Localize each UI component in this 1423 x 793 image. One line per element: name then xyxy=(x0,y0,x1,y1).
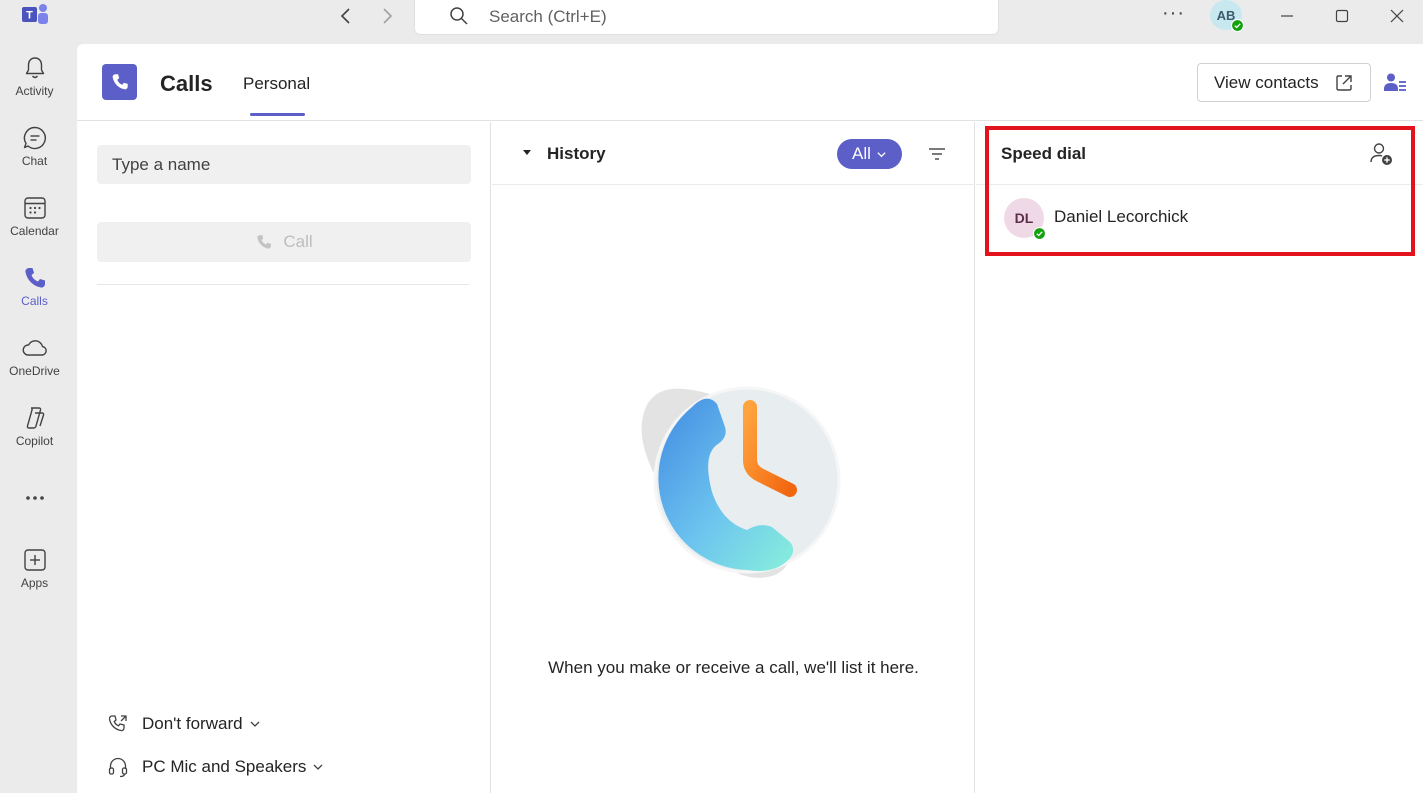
rail-item-activity[interactable]: Activity xyxy=(0,54,69,116)
call-button[interactable]: Call xyxy=(97,222,471,262)
close-button[interactable] xyxy=(1385,4,1409,28)
rail-item-apps[interactable]: Apps xyxy=(0,546,69,608)
chevron-down-icon xyxy=(250,721,260,727)
calendar-icon xyxy=(23,197,46,219)
main-content: Calls Personal View contacts Call Don't … xyxy=(77,44,1423,793)
search-box[interactable]: Search (Ctrl+E) xyxy=(414,0,999,35)
close-icon xyxy=(1390,9,1404,23)
rail-item-chat[interactable]: Chat xyxy=(0,124,69,186)
presence-available-icon xyxy=(1033,227,1046,240)
phone-icon xyxy=(112,74,128,90)
search-icon xyxy=(450,7,468,25)
speed-dial-title: Speed dial xyxy=(1001,144,1087,163)
rail-item-onedrive[interactable]: OneDrive xyxy=(0,334,69,396)
rail-label: Apps xyxy=(20,576,49,590)
filter-label: All xyxy=(852,144,871,163)
more-options-button[interactable]: ··· xyxy=(1162,2,1185,25)
rail-item-copilot[interactable]: Copilot xyxy=(0,404,69,466)
history-filter-dropdown[interactable]: All xyxy=(837,139,902,169)
page-title: Calls xyxy=(160,71,213,96)
collapse-caret-icon[interactable] xyxy=(521,147,533,159)
phone-icon xyxy=(257,235,272,249)
page-header: Calls Personal View contacts xyxy=(77,44,1423,121)
device-label: PC Mic and Speakers xyxy=(142,757,307,776)
rail-item-more[interactable] xyxy=(0,484,69,514)
active-tab-indicator xyxy=(250,113,305,116)
chevron-down-icon xyxy=(313,764,323,770)
teams-logo-icon: T xyxy=(22,4,48,24)
name-input[interactable] xyxy=(97,145,471,184)
contact-name: Daniel Lecorchick xyxy=(1054,207,1189,226)
divider xyxy=(97,284,469,285)
chevron-left-icon xyxy=(340,8,350,24)
svg-text:T: T xyxy=(26,10,33,22)
view-contacts-label: View contacts xyxy=(1214,73,1319,92)
people-list-icon[interactable] xyxy=(1383,72,1407,94)
rail-label: Calls xyxy=(21,294,48,308)
back-button[interactable] xyxy=(334,4,358,28)
phone-icon xyxy=(24,268,45,288)
rail-label: OneDrive xyxy=(9,364,60,378)
bell-icon xyxy=(25,57,44,79)
view-contacts-button[interactable]: View contacts xyxy=(1197,63,1371,102)
call-button-label: Call xyxy=(283,232,313,251)
contact-initials: DL xyxy=(1014,210,1034,226)
forward-label: Don't forward xyxy=(142,714,243,733)
maximize-button[interactable] xyxy=(1330,4,1354,28)
add-app-icon xyxy=(23,549,46,571)
audio-device-dropdown[interactable]: PC Mic and Speakers xyxy=(107,754,324,780)
rail-item-calls[interactable]: Calls xyxy=(0,264,69,326)
headset-icon xyxy=(108,757,128,778)
more-icon xyxy=(25,496,44,500)
minimize-icon xyxy=(1281,15,1293,17)
history-empty-message: When you make or receive a call, we'll l… xyxy=(548,658,919,677)
speed-dial-pane: Speed dial DL Daniel Lecorchick xyxy=(976,122,1423,793)
minimize-button[interactable] xyxy=(1275,4,1299,28)
call-history-illustration-icon xyxy=(641,386,841,578)
rail-item-calendar[interactable]: Calendar xyxy=(0,194,69,256)
add-person-icon[interactable] xyxy=(1368,141,1394,167)
chat-icon xyxy=(23,126,46,150)
presence-available-icon xyxy=(1231,19,1244,32)
maximize-icon xyxy=(1335,9,1349,23)
user-avatar[interactable]: AB xyxy=(1210,0,1244,32)
search-placeholder: Search (Ctrl+E) xyxy=(489,7,607,26)
history-pane: History All When you make or receive a c… xyxy=(492,122,975,793)
dial-pane: Call Don't forward PC Mic and Speakers xyxy=(77,122,491,793)
rail-label: Chat xyxy=(21,154,48,168)
calls-app-icon xyxy=(102,64,137,100)
filter-icon[interactable] xyxy=(927,144,947,164)
call-forwarding-dropdown[interactable]: Don't forward xyxy=(107,711,261,737)
chevron-right-icon xyxy=(383,8,393,24)
open-external-icon xyxy=(1336,75,1352,91)
rail-label: Activity xyxy=(15,84,54,98)
copilot-icon xyxy=(26,407,44,429)
title-bar: T Search (Ctrl+E) ··· AB xyxy=(0,0,1423,44)
speed-dial-contact[interactable]: DL Daniel Lecorchick xyxy=(976,192,1423,252)
call-forward-icon xyxy=(108,715,127,732)
tab-personal[interactable]: Personal xyxy=(243,74,310,94)
forward-button[interactable] xyxy=(375,4,399,28)
cloud-icon xyxy=(22,340,47,356)
chevron-down-icon xyxy=(877,151,886,157)
history-title: History xyxy=(547,144,606,163)
history-header: History All xyxy=(492,122,975,185)
app-rail: Activity Chat Calendar Calls OneDrive Co… xyxy=(0,44,77,793)
rail-label: Copilot xyxy=(15,434,54,448)
rail-label: Calendar xyxy=(10,224,59,238)
contact-avatar: DL xyxy=(1004,198,1046,240)
speed-dial-header: Speed dial xyxy=(976,122,1423,185)
